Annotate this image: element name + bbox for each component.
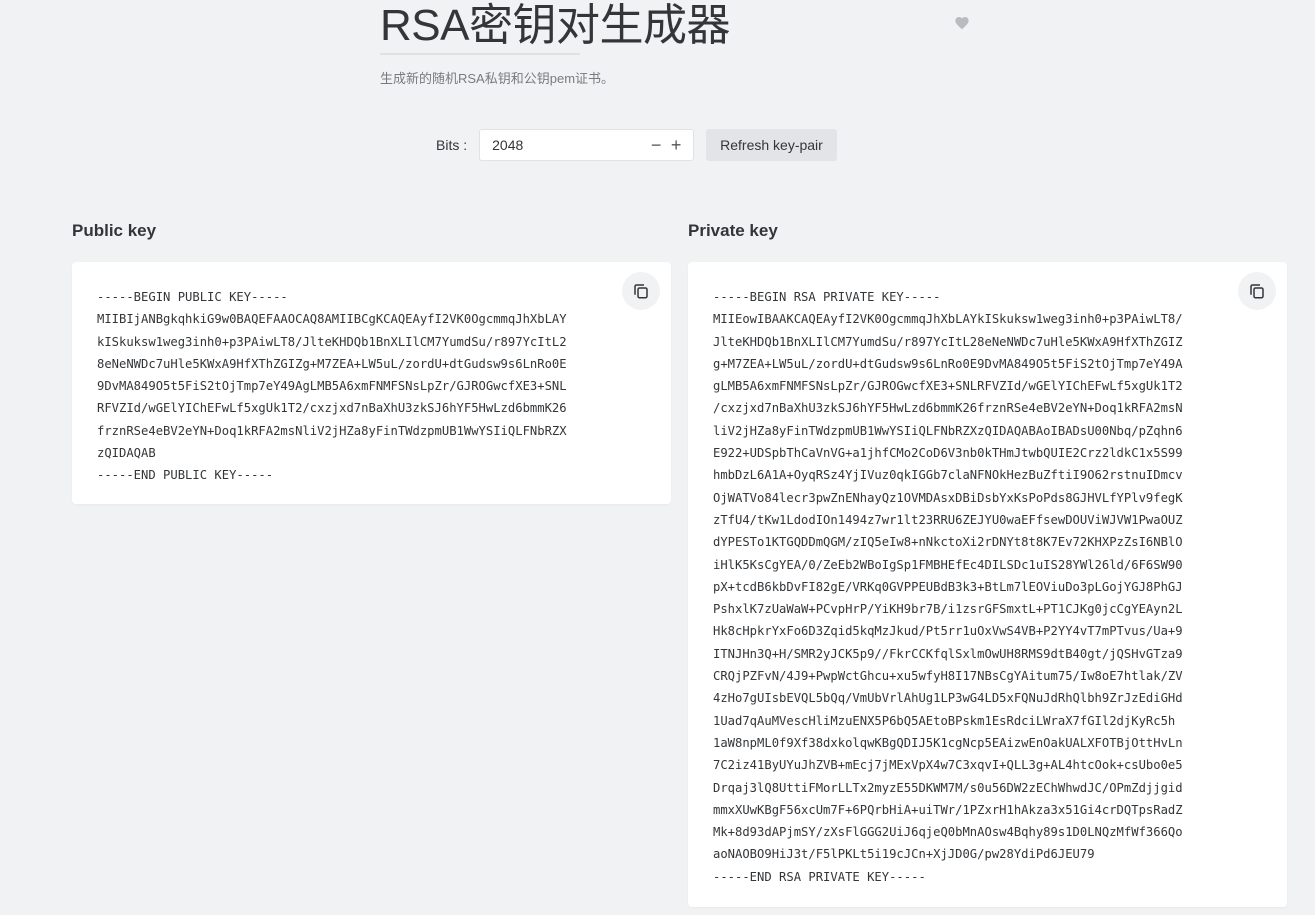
bits-value[interactable]: 2048 (480, 137, 647, 153)
private-key-text[interactable]: -----BEGIN RSA PRIVATE KEY----- MIIEowIB… (713, 286, 1183, 888)
bits-number-input[interactable]: 2048 − + (479, 129, 695, 161)
bits-control-row: Bits : 2048 − + Refresh key-pair (436, 129, 837, 161)
title-underline (380, 53, 580, 55)
copy-private-key-button[interactable] (1238, 272, 1276, 310)
copy-icon (1248, 282, 1266, 300)
increment-button[interactable]: + (667, 135, 685, 155)
page-title: RSA密钥对生成器 (380, 1, 730, 50)
copy-public-key-button[interactable] (622, 272, 660, 310)
heart-icon[interactable] (954, 15, 970, 31)
private-key-card: -----BEGIN RSA PRIVATE KEY----- MIIEowIB… (688, 262, 1287, 907)
page-subtitle: 生成新的随机RSA私钥和公钥pem证书。 (380, 71, 615, 86)
private-key-heading: Private key (688, 221, 778, 240)
public-key-text[interactable]: -----BEGIN PUBLIC KEY----- MIIBIjANBgkqh… (97, 286, 567, 487)
decrement-button[interactable]: − (647, 135, 665, 155)
public-key-heading: Public key (72, 221, 157, 240)
public-key-card: -----BEGIN PUBLIC KEY----- MIIBIjANBgkqh… (72, 262, 671, 504)
rsa-generator-page: RSA密钥对生成器 生成新的随机RSA私钥和公钥pem证书。 Bits : 20… (0, 0, 1315, 915)
bits-label: Bits : (436, 137, 468, 153)
refresh-key-pair-button[interactable]: Refresh key-pair (706, 129, 837, 161)
copy-icon (632, 282, 650, 300)
